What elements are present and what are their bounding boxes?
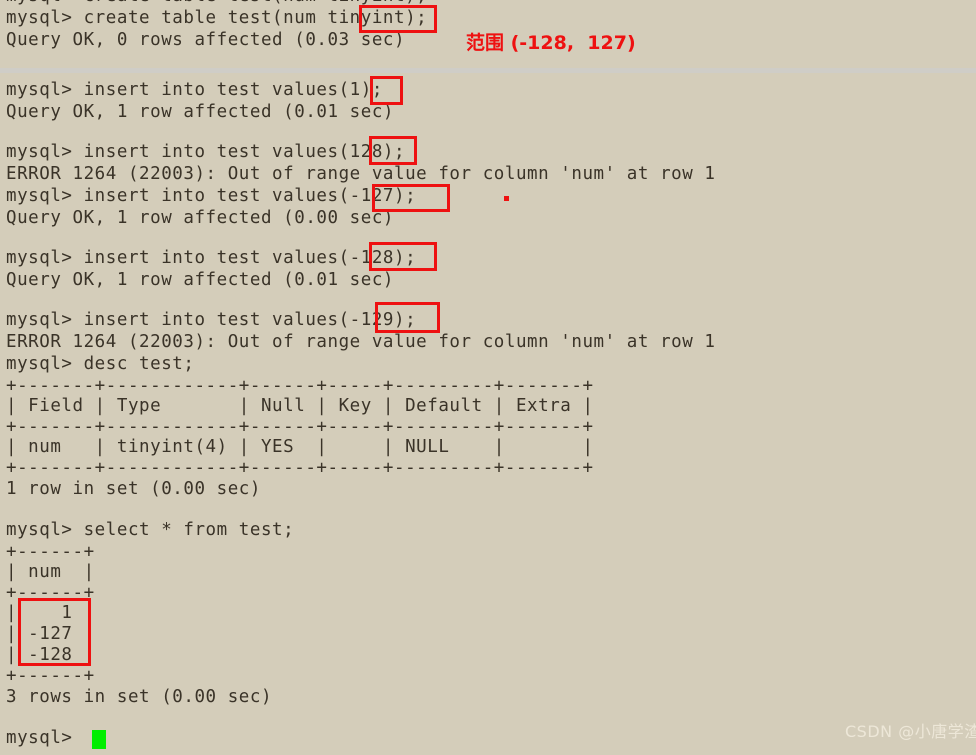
terminal-screen: mysql> create table test(num tinyint); m… <box>0 0 976 755</box>
highlight-box-value-minus-127 <box>372 184 450 212</box>
terminal-line-insert-1: mysql> insert into test values(1); <box>6 80 383 100</box>
terminal-line-insert-minus-129: mysql> insert into test values(-129); <box>6 310 417 330</box>
terminal-line-query-ok-minus-128: Query OK, 1 row affected (0.01 sec) <box>6 270 395 290</box>
desc-table-border-bottom: +-------+------------+------+-----+-----… <box>6 458 594 478</box>
terminal-line-insert-minus-127: mysql> insert into test values(-127); <box>6 186 417 206</box>
terminal-line-query-ok-minus-127: Query OK, 1 row affected (0.00 sec) <box>6 208 395 228</box>
desc-table-data-row: | num | tinyint(4) | YES | | NULL | | <box>6 437 594 457</box>
terminal-line-query-ok-create: Query OK, 0 rows affected (0.03 sec) <box>6 30 406 50</box>
terminal-cursor <box>92 730 106 749</box>
highlight-box-value-1 <box>370 76 403 105</box>
range-annotation: 范围 (-128, 127) <box>466 32 636 54</box>
terminal-line-query-ok-1: Query OK, 1 row affected (0.01 sec) <box>6 102 395 122</box>
terminal-line-insert-128: mysql> insert into test values(128); <box>6 142 406 162</box>
select-table-status: 3 rows in set (0.00 sec) <box>6 687 273 707</box>
terminal-line-select-star: mysql> select * from test; <box>6 520 295 540</box>
desc-table-status: 1 row in set (0.00 sec) <box>6 479 261 499</box>
select-table-header-row: | num | <box>6 562 95 582</box>
highlight-box-value-minus-128 <box>369 242 437 271</box>
select-table-border-bottom: +------+ <box>6 666 95 686</box>
terminal-prompt-active[interactable]: mysql> <box>6 728 73 749</box>
terminal-line-error-minus-129: ERROR 1264 (22003): Out of range value f… <box>6 332 716 352</box>
highlight-box-select-results <box>18 598 91 666</box>
red-dot-marker <box>504 196 509 201</box>
terminal-line-desc-test: mysql> desc test; <box>6 354 195 374</box>
desc-table-header-row: | Field | Type | Null | Key | Default | … <box>6 396 594 416</box>
select-table-border-top: +------+ <box>6 542 95 562</box>
highlight-box-value-128 <box>369 136 417 165</box>
terminal-line-insert-minus-128: mysql> insert into test values(-128); <box>6 248 417 268</box>
highlight-box-tinyint-keyword <box>359 5 437 33</box>
highlight-box-value-minus-129 <box>375 302 440 333</box>
desc-table-border-top: +-------+------------+------+-----+-----… <box>6 376 594 396</box>
block-separator <box>0 68 976 73</box>
csdn-watermark: CSDN @小唐学渣 <box>845 722 976 741</box>
terminal-line-error-128: ERROR 1264 (22003): Out of range value f… <box>6 164 716 184</box>
desc-table-border-mid: +-------+------------+------+-----+-----… <box>6 417 594 437</box>
